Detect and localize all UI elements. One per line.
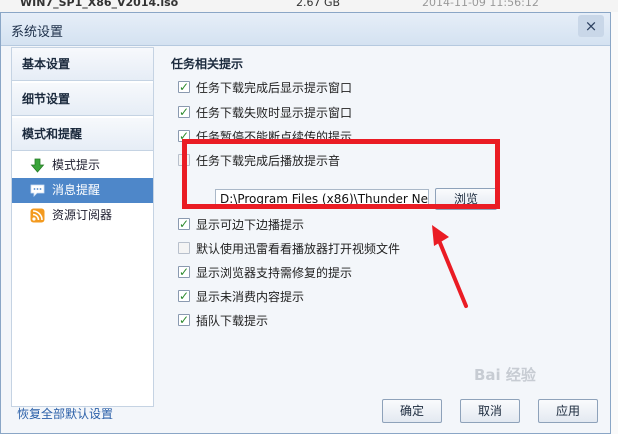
option-label: 默认使用迅雷看看播放器打开视频文件 [196, 242, 401, 256]
ok-button[interactable]: 确定 [382, 399, 442, 423]
settings-content: 任务相关提示 ✓ 任务下载完成后显示提示窗口 ✓ 任务下载失败时显示提示窗口 ✓… [171, 47, 601, 377]
checkbox-checked[interactable]: ✓ [178, 106, 190, 118]
option-download-complete-window[interactable]: ✓ 任务下载完成后显示提示窗口 [178, 79, 353, 97]
nav-section-basic[interactable]: 基本设置 [12, 48, 153, 81]
dialog-title: 系统设置 [11, 25, 64, 40]
nav-item-label: 资源订阅器 [52, 208, 113, 222]
option-label: 插队下载提示 [196, 314, 269, 328]
section-title: 任务相关提示 [171, 57, 244, 71]
close-icon: × [584, 17, 598, 35]
option-label: 显示可边下边播提示 [196, 218, 305, 232]
apply-button[interactable]: 应用 [538, 399, 598, 423]
background-file-date: 2014-11-09 11:56:12 [422, 0, 539, 9]
checkbox-unchecked[interactable]: ✓ [178, 242, 190, 254]
nav-section-details[interactable]: 细节设置 [12, 83, 153, 116]
checkbox-checked[interactable]: ✓ [178, 314, 190, 326]
option-queue-jump-tip[interactable]: ✓ 插队下载提示 [178, 312, 269, 330]
background-file-name: WIN7_SP1_X86_V2014.iso [20, 0, 179, 9]
nav-section-modes[interactable]: 模式和提醒 [12, 118, 153, 151]
nav-item-message-reminder[interactable]: 消息提醒 [12, 178, 153, 203]
nav-item-label: 消息提醒 [52, 183, 101, 197]
close-button[interactable]: × [578, 15, 604, 37]
background-file-size: 2.67 GB [296, 0, 341, 9]
checkbox-checked[interactable]: ✓ [178, 290, 190, 302]
background-file-row: WIN7_SP1_X86_V2014.iso 2.67 GB 2014-11-0… [0, 0, 618, 12]
dialog-footer: 恢复全部默认设置 确定 取消 应用 [1, 393, 610, 433]
option-unconsumed-content-tip[interactable]: ✓ 显示未消费内容提示 [178, 288, 305, 306]
option-label: 显示浏览器支持需修复的提示 [196, 266, 353, 280]
option-label: 任务下载完成后显示提示窗口 [196, 81, 353, 95]
checkbox-checked[interactable]: ✓ [178, 266, 190, 278]
nav-item-mode-tips[interactable]: 模式提示 [12, 153, 153, 178]
red-annotation-arrow-icon [432, 225, 468, 308]
option-label: 显示未消费内容提示 [196, 290, 305, 304]
restore-defaults-link[interactable]: 恢复全部默认设置 [17, 405, 113, 422]
nav-item-label: 模式提示 [52, 158, 101, 172]
option-download-failed-window[interactable]: ✓ 任务下载失败时显示提示窗口 [178, 104, 353, 122]
baidu-watermark: Bai 经验 [474, 366, 536, 384]
checkbox-checked[interactable]: ✓ [178, 81, 190, 93]
checkbox-checked[interactable]: ✓ [178, 218, 190, 230]
settings-nav: 基本设置 细节设置 模式和提醒 模式提示 消息提醒 资源订阅器 [11, 47, 154, 407]
message-bubble-icon [30, 184, 45, 197]
option-label: 任务下载失败时显示提示窗口 [196, 106, 353, 120]
cancel-button[interactable]: 取消 [460, 399, 520, 423]
title-bar: 系统设置 × [1, 13, 610, 46]
rss-feed-icon [30, 208, 45, 223]
highlight-box [182, 139, 500, 209]
option-default-kankan-player[interactable]: ✓ 默认使用迅雷看看播放器打开视频文件 [178, 240, 401, 258]
option-play-while-downloading[interactable]: ✓ 显示可边下边播提示 [178, 216, 305, 234]
nav-item-resource-subscriber[interactable]: 资源订阅器 [12, 203, 153, 228]
green-down-arrow-icon [30, 158, 45, 173]
option-browser-repair-tip[interactable]: ✓ 显示浏览器支持需修复的提示 [178, 264, 353, 282]
